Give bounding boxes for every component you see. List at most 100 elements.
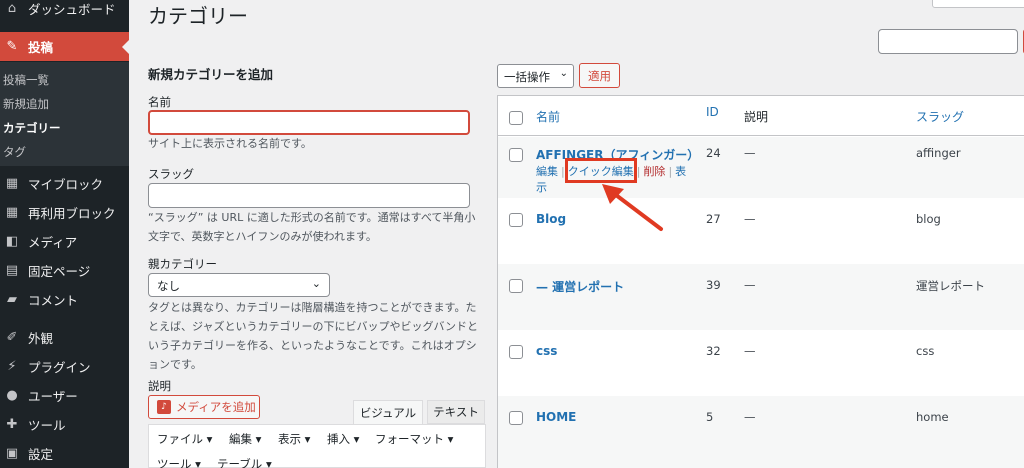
category-description: — — [744, 146, 756, 160]
row-checkbox[interactable] — [509, 345, 523, 359]
row-checkbox[interactable] — [509, 148, 523, 162]
add-media-label: メディアを追加 — [176, 400, 256, 414]
slug-label: スラッグ — [148, 167, 194, 181]
menu-tools[interactable]: ツール ▾ — [157, 456, 201, 468]
menu-dashboard[interactable]: ⌂ ダッシュボード — [0, 0, 129, 23]
grid-icon: ▦ — [5, 176, 19, 191]
posts-submenu: 投稿一覧 新規追加 カテゴリー タグ — [0, 62, 129, 166]
category-name-link[interactable]: — 運営レポート — [536, 278, 624, 295]
menu-settings[interactable]: ▣ 設定 — [0, 439, 129, 468]
menu-label: 設定 — [28, 447, 54, 462]
category-id: 27 — [706, 212, 721, 226]
column-description[interactable]: 説明 — [744, 108, 768, 125]
bulk-actions-select[interactable]: 一括操作 ⌄ — [497, 64, 574, 88]
category-name-link[interactable]: css — [536, 344, 557, 358]
menu-my-blocks[interactable]: ▦ マイブロック — [0, 169, 129, 198]
appearance-icon: ✐ — [6, 330, 18, 345]
row-checkbox[interactable] — [509, 411, 523, 425]
comment-icon: ▰ — [7, 292, 17, 307]
menu-label: ユーザー — [28, 389, 78, 404]
menu-label: ダッシュボード — [28, 2, 116, 17]
view-link-cont[interactable]: 示 — [536, 181, 547, 194]
slug-input[interactable] — [148, 183, 470, 208]
menu-view[interactable]: 表示 ▾ — [278, 431, 310, 447]
delete-link[interactable]: 削除 — [643, 165, 665, 178]
select-all-checkbox[interactable] — [509, 111, 523, 125]
category-description: — — [744, 410, 756, 424]
dashboard-icon: ⌂ — [7, 1, 17, 16]
apply-button[interactable]: 適用 — [579, 63, 620, 88]
menu-label: 固定ページ — [28, 264, 91, 279]
category-slug: home — [916, 410, 949, 424]
page-title: カテゴリー — [148, 4, 248, 28]
menu-table[interactable]: テーブル ▾ — [217, 456, 272, 468]
category-description: — — [744, 344, 756, 358]
name-label: 名前 — [148, 95, 171, 109]
menu-media[interactable]: ◧ メディア — [0, 227, 129, 256]
menu-format[interactable]: フォーマット ▾ — [375, 431, 453, 447]
slug-help: “スラッグ” は URL に適した形式の名前です。通常はすべて半角小文字で、英数… — [148, 211, 476, 243]
submenu-all-posts[interactable]: 投稿一覧 — [3, 72, 49, 88]
menu-reusable-blocks[interactable]: ▦ 再利用ブロック — [0, 198, 129, 227]
submenu-tags[interactable]: タグ — [3, 144, 26, 160]
edit-link[interactable]: 編集 — [536, 165, 558, 178]
category-slug: affinger — [916, 146, 961, 160]
bulk-actions-value: 一括操作 — [504, 70, 550, 84]
settings-icon: ▣ — [5, 446, 19, 461]
menu-insert[interactable]: 挿入 ▾ — [327, 431, 359, 447]
admin-sidebar: ⌂ ダッシュボード ✎ 投稿 投稿一覧 新規追加 カテゴリー タグ ▦ マイブロ… — [0, 0, 129, 468]
media-icon: ◧ — [5, 234, 19, 249]
category-id: 24 — [706, 146, 721, 160]
category-id: 39 — [706, 278, 721, 292]
chevron-down-icon: ⌄ — [559, 68, 568, 79]
view-link[interactable]: 表 — [675, 165, 686, 178]
menu-file[interactable]: ファイル ▾ — [157, 431, 212, 447]
category-name-link[interactable]: HOME — [536, 410, 576, 424]
menu-appearance[interactable]: ✐ 外観 — [0, 323, 129, 352]
annotation-arrow-icon — [602, 184, 663, 231]
add-category-heading: 新規カテゴリーを追加 — [148, 67, 274, 82]
submenu-add-new[interactable]: 新規追加 — [3, 96, 49, 112]
menu-comments[interactable]: ▰ コメント — [0, 285, 129, 314]
menu-posts[interactable]: ✎ 投稿 — [0, 32, 129, 61]
submenu-categories[interactable]: カテゴリー — [3, 120, 61, 136]
search-input[interactable] — [878, 29, 1018, 54]
menu-tools[interactable]: ✚ ツール — [0, 410, 129, 439]
menu-plugins[interactable]: ⚡ プラグイン — [0, 352, 129, 381]
tab-text[interactable]: テキスト — [427, 400, 485, 424]
category-name-link[interactable]: Blog — [536, 212, 566, 226]
page-icon: ▤ — [5, 263, 19, 278]
row-checkbox[interactable] — [509, 213, 523, 227]
menu-label: 再利用ブロック — [28, 206, 116, 221]
tab-visual[interactable]: ビジュアル — [353, 400, 423, 424]
parent-select[interactable]: なし ⌄ — [148, 273, 330, 297]
media-icon: ♪ — [157, 400, 171, 414]
menu-label: 外観 — [28, 331, 54, 346]
table-row: Blog 27 — blog — [498, 198, 1024, 264]
screen-options-button[interactable] — [932, 0, 1024, 8]
table-row: HOME 5 — home — [498, 396, 1024, 468]
menu-users[interactable]: ● ユーザー — [0, 381, 129, 410]
category-description: — — [744, 278, 756, 292]
name-input[interactable] — [148, 110, 470, 135]
category-description: — — [744, 212, 756, 226]
categories-table: 名前 ID 説明 スラッグ AFFINGER（アフィンガー） 編集 | クイック編集… — [497, 95, 1024, 468]
category-slug: blog — [916, 212, 941, 226]
menu-edit[interactable]: 編集 ▾ — [229, 431, 261, 447]
menu-label: メディア — [28, 235, 78, 250]
add-media-button[interactable]: ♪ メディアを追加 — [148, 395, 260, 419]
table-row: css 32 — css — [498, 330, 1024, 396]
category-slug: 運営レポート — [916, 279, 985, 293]
parent-help: タグとは異なり、カテゴリーは階層構造を持つことができます。たとえば、ジャズという… — [148, 301, 478, 371]
menu-label: ツール — [28, 418, 66, 433]
column-name[interactable]: 名前 — [536, 108, 560, 125]
column-slug[interactable]: スラッグ — [916, 108, 964, 125]
menu-label: プラグイン — [28, 360, 91, 375]
description-label: 説明 — [148, 379, 171, 393]
menu-pages[interactable]: ▤ 固定ページ — [0, 256, 129, 285]
user-icon: ● — [6, 388, 18, 403]
column-id[interactable]: ID — [706, 105, 719, 119]
pin-icon: ✎ — [6, 39, 18, 54]
row-checkbox[interactable] — [509, 279, 523, 293]
name-help: サイト上に表示される名前です。 — [148, 137, 312, 150]
